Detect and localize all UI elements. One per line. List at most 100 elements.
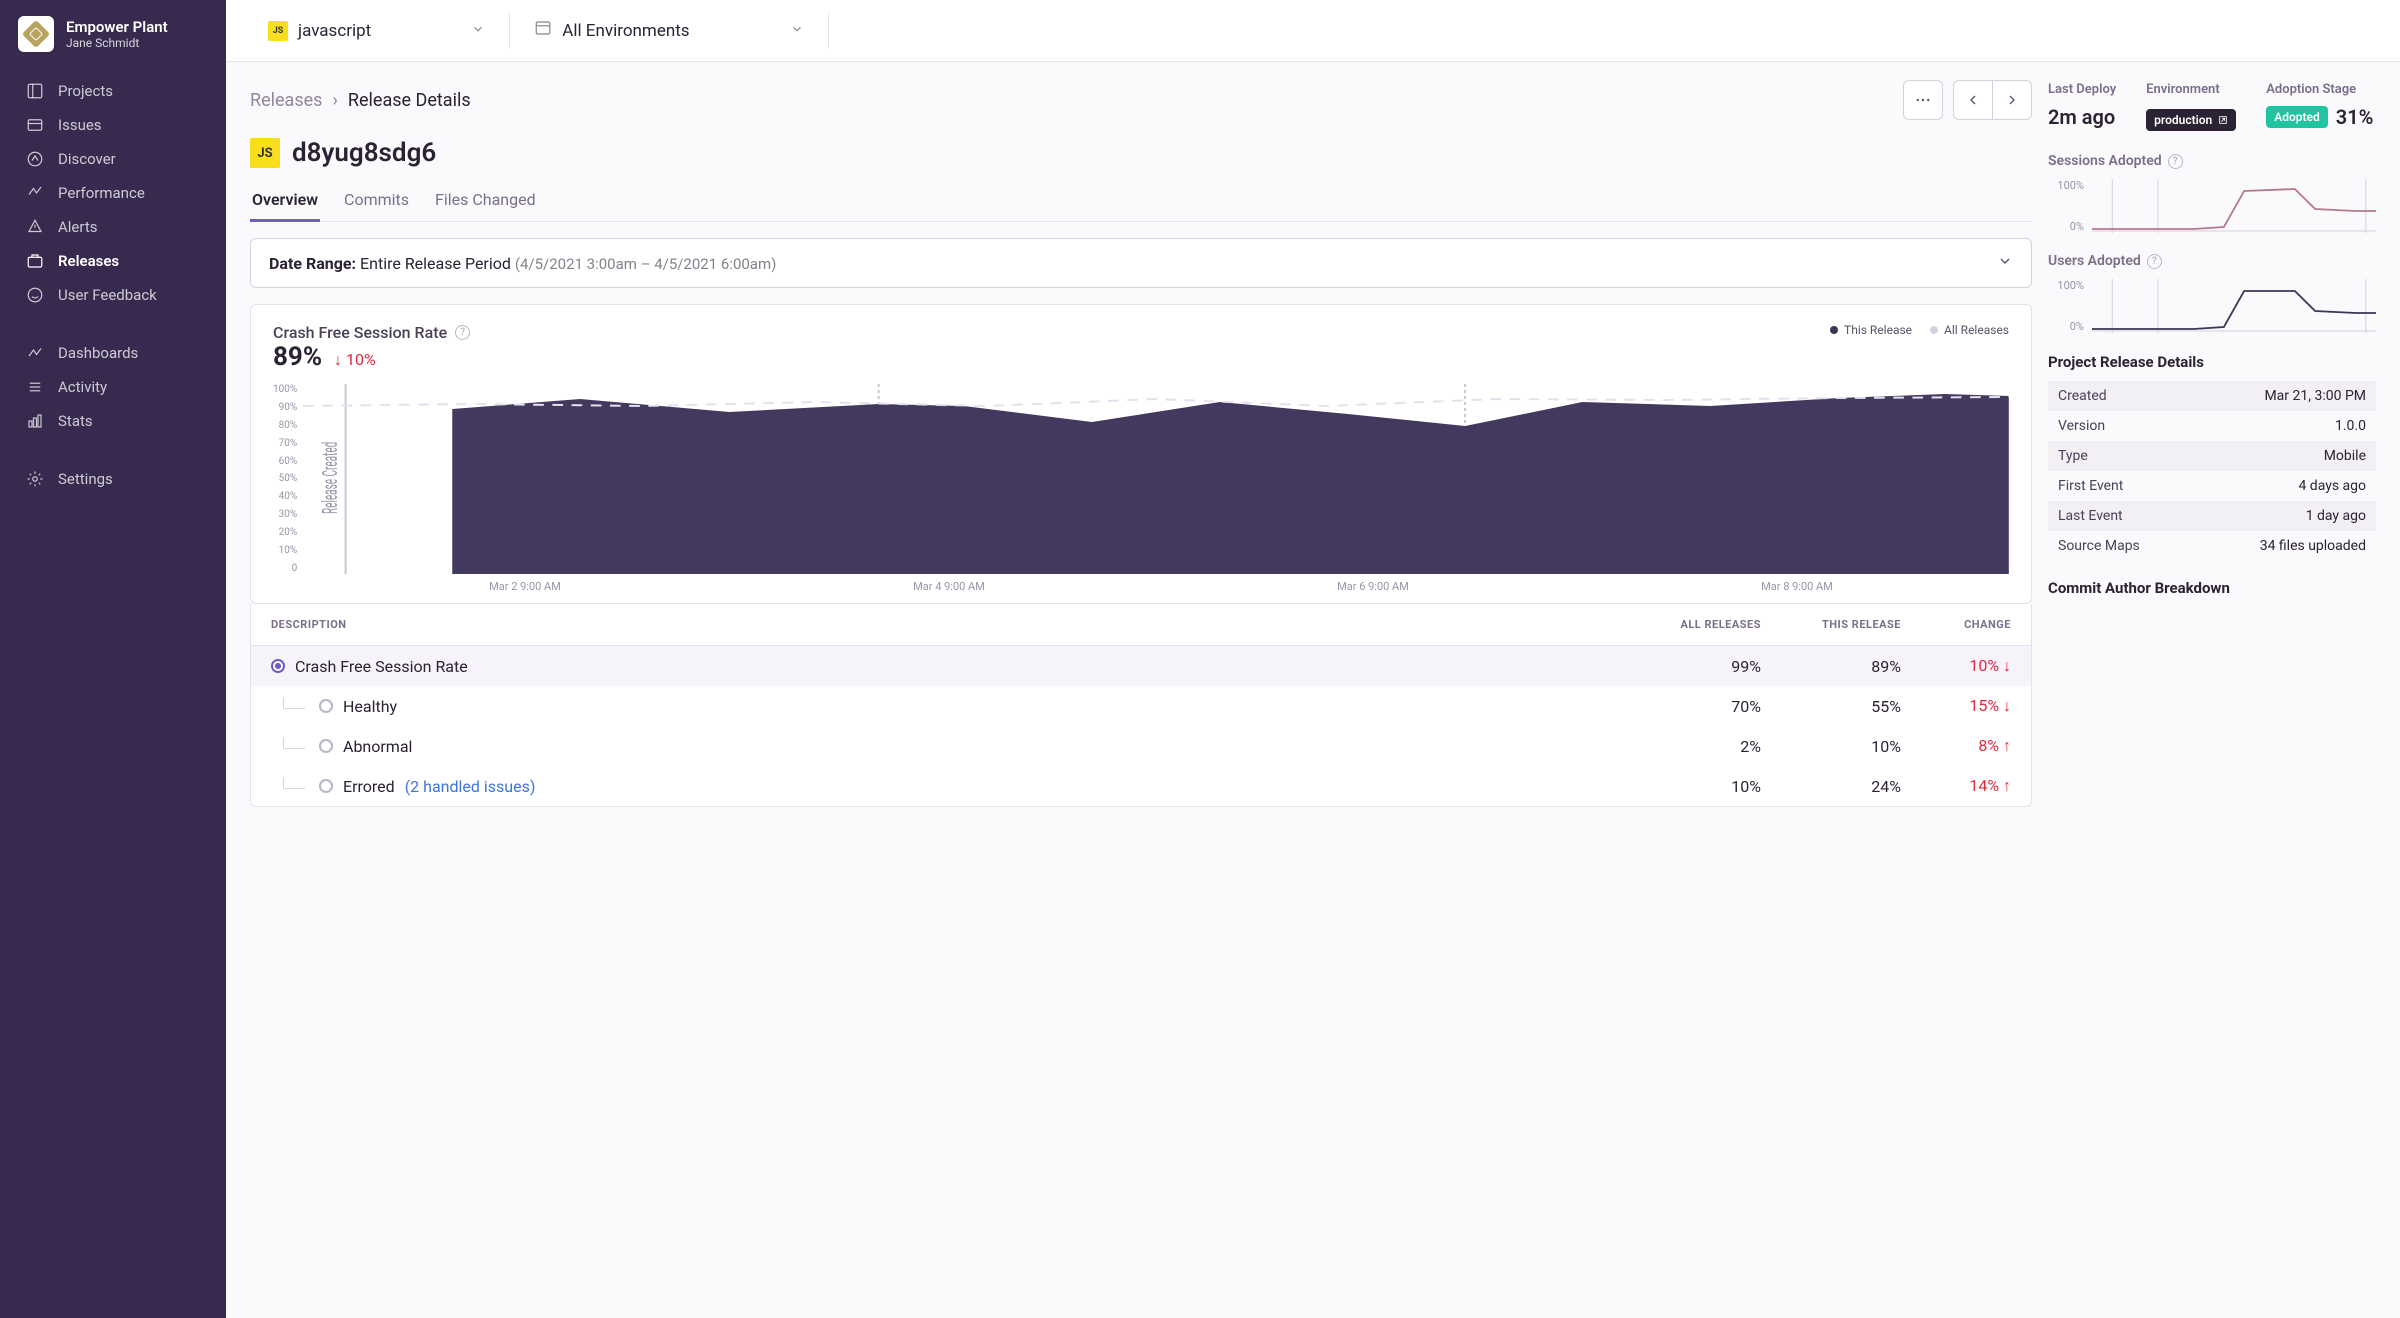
col-change: CHANGE (1901, 618, 2011, 631)
chart-legend: This Release All Releases (1830, 323, 2009, 337)
tab-commits[interactable]: Commits (342, 186, 411, 221)
row-this: 24% (1761, 777, 1901, 796)
breadcrumb: Releases › Release Details (250, 90, 471, 111)
date-range-value: Entire Release Period (360, 254, 511, 273)
stat-environment: Environment production (2146, 82, 2236, 131)
row-radio[interactable] (271, 659, 285, 673)
row-radio[interactable] (319, 739, 333, 753)
details-row: First Event 4 days ago (2048, 471, 2376, 501)
row-all: 2% (1621, 737, 1761, 756)
row-this: 89% (1761, 657, 1901, 676)
org-switcher[interactable]: Empower Plant Jane Schmidt (0, 0, 226, 68)
sidebar-item-discover[interactable]: Discover (0, 142, 226, 176)
issues-icon (26, 116, 44, 134)
health-table: DESCRIPTION ALL RELEASES THIS RELEASE CH… (250, 604, 2032, 807)
help-icon[interactable]: ? (455, 325, 470, 340)
details-value[interactable]: 34 files uploaded (2260, 538, 2366, 554)
details-key: First Event (2058, 478, 2123, 494)
sidebar-item-performance[interactable]: Performance (0, 176, 226, 210)
row-radio[interactable] (319, 779, 333, 793)
chart-area[interactable]: Release Created High Adoption Replaced (303, 384, 2009, 574)
help-icon[interactable]: ? (2147, 254, 2162, 269)
row-label: Crash Free Session Rate (295, 657, 468, 676)
js-icon: JS (250, 138, 280, 168)
activity-icon (26, 378, 44, 396)
projects-icon (26, 82, 44, 100)
sidebar-item-alerts[interactable]: Alerts (0, 210, 226, 244)
details-value: 4 days ago (2298, 478, 2366, 494)
details-value: 1.0.0 (2335, 418, 2366, 434)
details-row: Last Event1 day ago (2048, 501, 2376, 531)
stats-icon (26, 412, 44, 430)
sidebar: Empower Plant Jane Schmidt Projects Issue… (0, 0, 226, 1318)
row-change: 15% ↓ (1901, 696, 2011, 716)
sidebar-item-label: Discover (58, 150, 116, 168)
breadcrumb-root[interactable]: Releases (250, 90, 322, 111)
chevron-down-icon (1997, 253, 2013, 273)
sidebar-item-label: User Feedback (58, 286, 157, 304)
legend-this-release[interactable]: This Release (1830, 323, 1912, 337)
details-key: Source Maps (2058, 538, 2140, 554)
row-this: 55% (1761, 697, 1901, 716)
col-this-release: THIS RELEASE (1761, 618, 1901, 631)
details-key: Created (2058, 388, 2107, 404)
users-chart[interactable] (2092, 279, 2376, 333)
release-id: d8yug8sdg6 (292, 138, 436, 168)
release-tabs: Overview Commits Files Changed (250, 186, 2032, 222)
js-icon: JS (268, 21, 288, 41)
details-value: 1 day ago (2306, 508, 2366, 524)
chart-title: Crash Free Session Rate (273, 323, 447, 342)
row-all: 10% (1621, 777, 1761, 796)
row-radio[interactable] (319, 699, 333, 713)
sessions-adopted-section: Sessions Adopted? 100%0% (2048, 153, 2376, 233)
more-actions-button[interactable] (1903, 80, 1943, 120)
tab-files-changed[interactable]: Files Changed (433, 186, 538, 221)
chevron-right-icon: › (332, 90, 337, 111)
table-row[interactable]: Abnormal 2% 10% 8% ↑ (251, 726, 2031, 766)
handled-issues-link[interactable]: (2 handled issues) (405, 777, 536, 796)
alerts-icon (26, 218, 44, 236)
adoption-badge: Adopted (2266, 106, 2328, 128)
next-release-button[interactable] (1992, 80, 2032, 120)
sidebar-item-releases[interactable]: Releases (0, 244, 226, 278)
sidebar-item-activity[interactable]: Activity (0, 370, 226, 404)
table-row[interactable]: Healthy 70% 55% 15% ↓ (251, 686, 2031, 726)
user-name: Jane Schmidt (66, 36, 168, 50)
discover-icon (26, 150, 44, 168)
dashboards-icon (26, 344, 44, 362)
table-row[interactable]: Errored (2 handled issues) 10% 24% 14% ↑ (251, 766, 2031, 806)
sidebar-item-settings[interactable]: Settings (0, 462, 226, 496)
sidebar-item-stats[interactable]: Stats (0, 404, 226, 438)
environment-selector[interactable]: All Environments (516, 11, 821, 51)
sidebar-item-label: Dashboards (58, 344, 138, 362)
sidebar-item-label: Projects (58, 82, 113, 100)
tab-overview[interactable]: Overview (250, 186, 320, 221)
details-row: CreatedMar 21, 3:00 PM (2048, 381, 2376, 411)
settings-icon (26, 470, 44, 488)
table-row[interactable]: Crash Free Session Rate 99% 89% 10% ↓ (251, 646, 2031, 686)
topbar: JS javascript All Environments (226, 0, 2400, 62)
row-change: 10% ↓ (1901, 656, 2011, 676)
stat-adoption-stage: Adoption Stage Adopted31% (2266, 82, 2373, 131)
project-release-details: Project Release Details CreatedMar 21, 3… (2048, 353, 2376, 561)
details-row: Version 1.0.0 (2048, 411, 2376, 441)
date-range-selector[interactable]: Date Range: Entire Release Period (4/5/2… (250, 238, 2032, 288)
sidebar-item-projects[interactable]: Projects (0, 74, 226, 108)
details-key: Version (2058, 418, 2105, 434)
sidebar-item-feedback[interactable]: User Feedback (0, 278, 226, 312)
details-row: TypeMobile (2048, 441, 2376, 471)
row-label: Errored (343, 777, 395, 796)
project-selector[interactable]: JS javascript (250, 11, 503, 51)
sidebar-item-dashboards[interactable]: Dashboards (0, 336, 226, 370)
chart-x-axis: Mar 2 9:00 AMMar 4 9:00 AMMar 6 9:00 AMM… (273, 574, 2009, 593)
sidebar-item-issues[interactable]: Issues (0, 108, 226, 142)
row-this: 10% (1761, 737, 1901, 756)
sessions-chart[interactable] (2092, 179, 2376, 233)
row-all: 70% (1621, 697, 1761, 716)
legend-all-releases[interactable]: All Releases (1930, 323, 2009, 337)
environment-badge[interactable]: production (2146, 109, 2236, 131)
help-icon[interactable]: ? (2168, 154, 2183, 169)
users-adopted-section: Users Adopted? 100%0% (2048, 253, 2376, 333)
prev-release-button[interactable] (1953, 80, 1993, 120)
stat-last-deploy: Last Deploy 2m ago (2048, 82, 2116, 131)
